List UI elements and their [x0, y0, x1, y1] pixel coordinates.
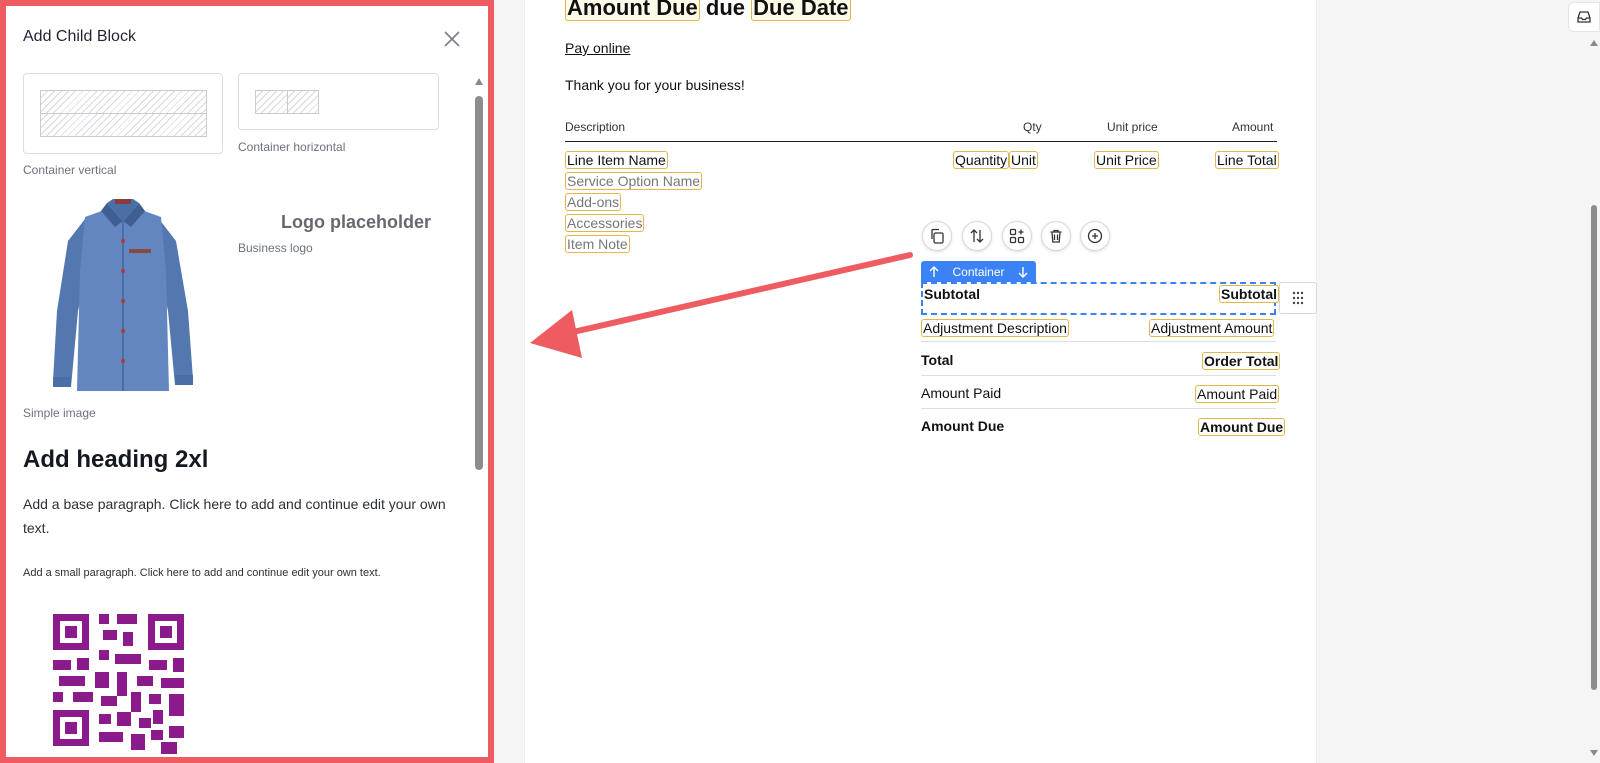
column-header-qty: Qty [1023, 120, 1042, 134]
totals-divider [921, 375, 1276, 376]
amount-due-label[interactable]: Amount Due [921, 418, 1004, 434]
scroll-up-icon[interactable] [475, 78, 483, 85]
add-child-block-panel: Add Child Block Container vertical Conta… [0, 0, 494, 763]
simple-image-label: Simple image [23, 406, 96, 420]
inbox-button[interactable] [1568, 2, 1600, 32]
close-button[interactable] [440, 27, 464, 51]
logo-placeholder-text: Logo placeholder [281, 212, 432, 232]
add-block-button[interactable] [1002, 221, 1032, 251]
adjustment-description-field[interactable]: Adjustment Description [921, 319, 1069, 337]
amount-due-heading[interactable]: Amount Due due Due Date [565, 0, 851, 21]
container-vertical-preview-row [40, 113, 207, 137]
container-horizontal-preview-col [287, 90, 319, 114]
subtotal-label[interactable]: Subtotal [924, 286, 980, 302]
delete-button[interactable] [1041, 221, 1071, 251]
amount-due-field[interactable]: Amount Due [565, 0, 700, 21]
close-icon [444, 31, 460, 47]
addons-field[interactable]: Add-ons [565, 193, 622, 211]
arrow-down-icon[interactable] [1016, 265, 1030, 279]
qr-code-block[interactable] [53, 614, 184, 754]
copy-icon [931, 228, 944, 244]
item-note-field[interactable]: Item Note [565, 235, 630, 253]
add-button[interactable] [1080, 221, 1110, 251]
due-date-field[interactable]: Due Date [751, 0, 851, 21]
trash-icon [1050, 229, 1062, 243]
drag-handle[interactable] [1279, 282, 1317, 314]
panel-scrollbar[interactable] [475, 78, 483, 757]
totals-divider [921, 341, 1276, 342]
container-horizontal-block[interactable] [238, 73, 439, 130]
total-label[interactable]: Total [921, 352, 953, 368]
qr-code-image [53, 614, 184, 754]
amount-paid-field[interactable]: Amount Paid [1195, 385, 1280, 403]
business-logo-label: Business logo [238, 241, 313, 255]
panel-scroll-thumb[interactable] [475, 96, 483, 470]
adjustment-amount-field[interactable]: Adjustment Amount [1149, 319, 1275, 337]
grid-plus-icon [1009, 228, 1025, 244]
move-button[interactable] [962, 221, 992, 251]
unit-field[interactable]: Unit [1009, 151, 1038, 169]
accessories-field[interactable]: Accessories [565, 214, 645, 232]
container-vertical-block[interactable] [23, 73, 223, 154]
panel-title: Add Child Block [23, 28, 136, 45]
drag-grip-icon [1292, 291, 1304, 305]
swap-vertical-icon [970, 229, 984, 243]
totals-divider [921, 408, 1276, 409]
order-total-field[interactable]: Order Total [1202, 352, 1281, 370]
subtotal-value-field[interactable]: Subtotal [1219, 285, 1279, 303]
container-horizontal-preview [255, 90, 288, 114]
container-tag[interactable]: Container [921, 261, 1036, 282]
duplicate-button[interactable] [922, 221, 952, 251]
amount-due-value-field[interactable]: Amount Due [1198, 418, 1286, 436]
heading-2xl-block[interactable]: Add heading 2xl [23, 446, 208, 474]
simple-image-block[interactable] [23, 191, 223, 401]
small-paragraph-block[interactable]: Add a small paragraph. Click here to add… [23, 567, 463, 579]
column-header-amount: Amount [1232, 120, 1274, 134]
page-scroll-thumb[interactable] [1591, 205, 1597, 690]
thank-you-text[interactable]: Thank you for your business! [565, 77, 745, 93]
container-tag-label: Container [952, 264, 1005, 279]
service-option-field[interactable]: Service Option Name [565, 172, 703, 190]
plus-circle-icon [1087, 228, 1103, 244]
container-horizontal-label: Container horizontal [238, 140, 346, 154]
column-header-unit-price: Unit price [1107, 120, 1158, 134]
page-scrollbar[interactable] [1590, 40, 1598, 760]
header-divider [565, 141, 1277, 142]
page-scroll-down-icon[interactable] [1590, 750, 1598, 756]
quantity-field[interactable]: Quantity [953, 151, 1010, 169]
arrow-up-icon[interactable] [927, 265, 941, 279]
line-total-field[interactable]: Line Total [1215, 151, 1279, 169]
container-vertical-label: Container vertical [23, 163, 117, 177]
container-vertical-preview [40, 90, 207, 114]
page-scroll-up-icon[interactable] [1590, 40, 1598, 46]
line-item-name-field[interactable]: Line Item Name [565, 151, 668, 169]
amount-paid-label[interactable]: Amount Paid [921, 385, 1001, 401]
unit-price-field[interactable]: Unit Price [1094, 151, 1159, 169]
invoice-document: Amount Due due Due Date Pay online Thank… [524, 0, 1317, 763]
due-word: due [705, 0, 746, 20]
shirt-image [53, 199, 193, 391]
pay-online-link[interactable]: Pay online [565, 40, 630, 56]
base-paragraph-block[interactable]: Add a base paragraph. Click here to add … [23, 492, 463, 540]
inbox-icon [1577, 11, 1591, 23]
column-header-description: Description [565, 120, 626, 134]
